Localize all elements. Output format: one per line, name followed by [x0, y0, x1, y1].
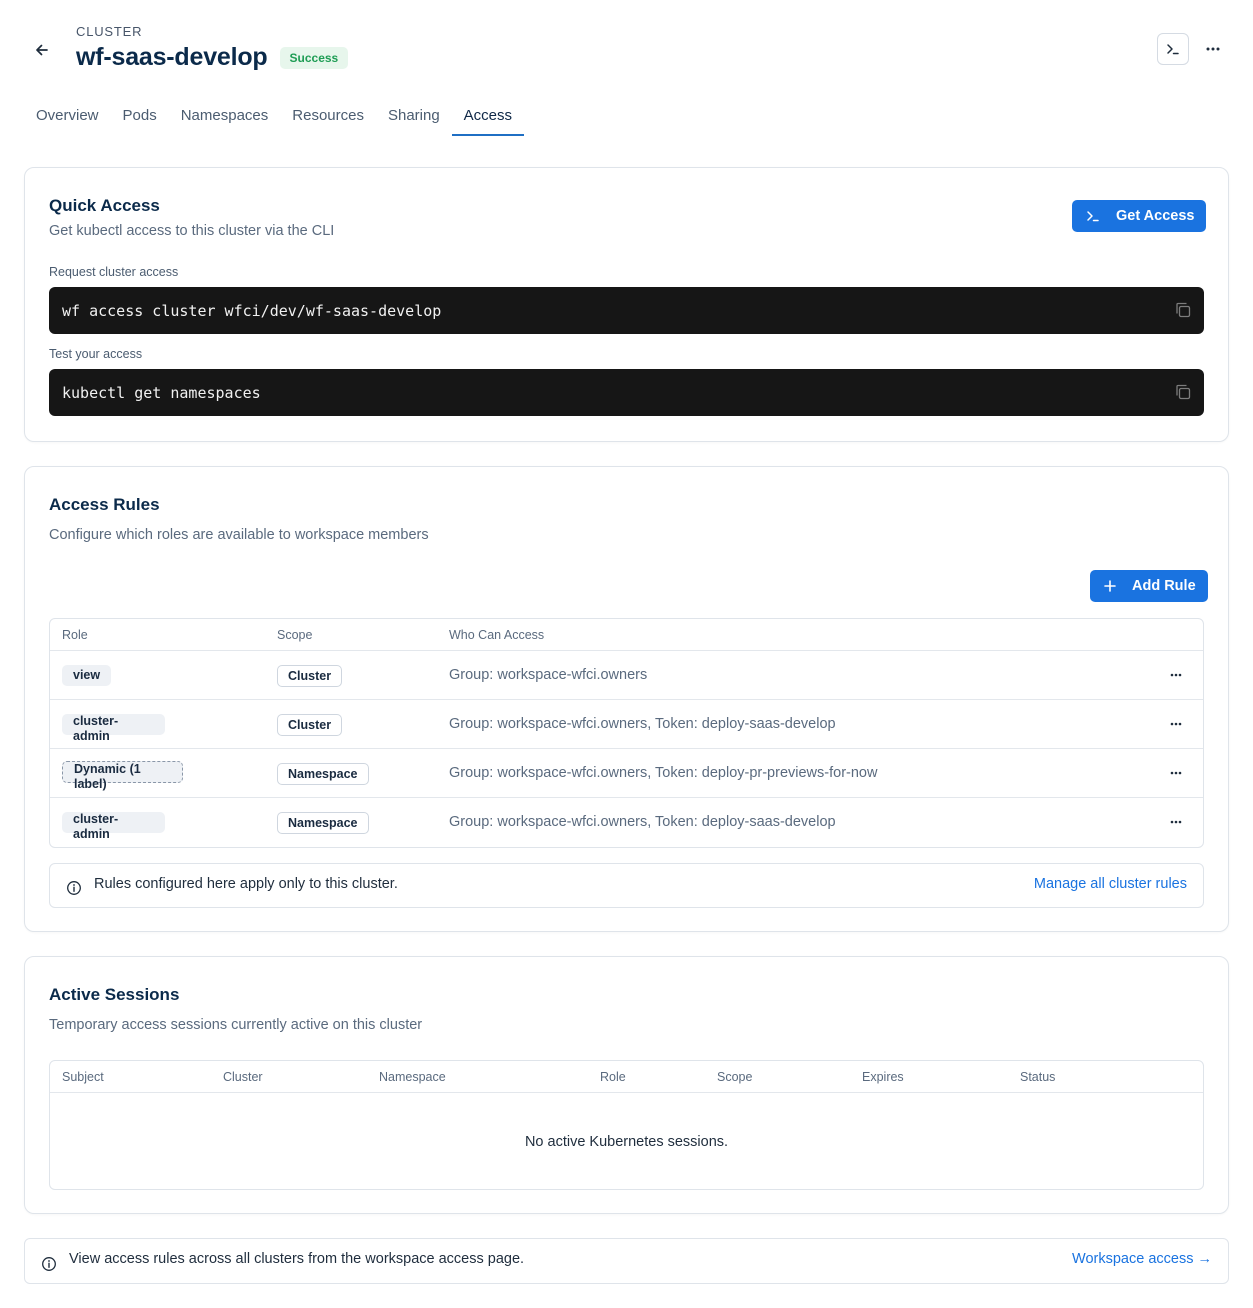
rules-info-bar: Rules configured here apply only to this…	[49, 863, 1204, 908]
terminal-button[interactable]	[1157, 33, 1189, 65]
column-header-scope: Scope	[277, 628, 313, 642]
access-rules-table: Role Scope Who Can Access view Cluster G…	[49, 618, 1204, 848]
quick-access-card: Quick Access Get kubectl access to this …	[24, 167, 1229, 442]
request-access-command[interactable]: wf access cluster wfci/dev/wf-saas-devel…	[49, 287, 1204, 334]
tab-resources[interactable]: Resources	[280, 96, 376, 136]
table-row: cluster-admin Namespace Group: workspace…	[50, 798, 1203, 847]
scope-chip: Cluster	[277, 665, 343, 687]
table-header: Subject Cluster Namespace Role Scope Exp…	[50, 1061, 1203, 1093]
tab-overview[interactable]: Overview	[24, 96, 111, 136]
add-rule-button[interactable]: Add Rule	[1090, 570, 1208, 602]
row-actions-button[interactable]	[1163, 761, 1189, 785]
arrow-right-icon: →	[1197, 1251, 1213, 1267]
ellipsis-icon	[1170, 673, 1182, 677]
get-access-label: Get Access	[1116, 208, 1195, 224]
column-header-role: Role	[62, 628, 88, 642]
quick-access-subtitle: Get kubectl access to this cluster via t…	[49, 223, 335, 239]
test-access-command-text: kubectl get namespaces	[62, 383, 261, 402]
column-header-who: Who Can Access	[449, 628, 545, 642]
back-button[interactable]	[30, 38, 54, 62]
role-chip-dynamic: Dynamic (1 label)	[62, 761, 183, 791]
access-rules-title: Access Rules	[49, 495, 160, 514]
scope-chip: Namespace	[277, 763, 369, 785]
info-icon	[67, 881, 81, 895]
tab-bar: Overview Pods Namespaces Resources Shari…	[24, 96, 525, 136]
test-access-command[interactable]: kubectl get namespaces	[49, 369, 1204, 416]
request-access-command-text: wf access cluster wfci/dev/wf-saas-devel…	[62, 301, 442, 320]
add-rule-label: Add Rule	[1132, 578, 1196, 594]
who-can-access: Group: workspace-wfci.owners, Token: dep…	[449, 716, 836, 732]
scope-chip: Namespace	[277, 812, 369, 834]
manage-cluster-rules-link[interactable]: Manage all cluster rules	[1034, 876, 1187, 892]
tab-access[interactable]: Access	[451, 96, 525, 136]
terminal-icon	[1087, 211, 1099, 222]
table-header: Role Scope Who Can Access	[50, 619, 1203, 651]
workspace-info-text: View access rules across all clusters fr…	[69, 1251, 525, 1267]
column-header-role: Role	[600, 1070, 626, 1084]
tab-sharing[interactable]: Sharing	[376, 96, 452, 136]
access-rules-card: Access Rules Configure which roles are a…	[24, 466, 1229, 932]
table-row: cluster-admin Cluster Group: workspace-w…	[50, 700, 1203, 749]
page-title: wf-saas-develop	[76, 43, 268, 71]
empty-state-message: No active Kubernetes sessions.	[524, 1134, 729, 1150]
tab-pods[interactable]: Pods	[111, 96, 169, 136]
status-badge: Success	[279, 46, 349, 69]
role-chip: cluster-admin	[62, 714, 165, 743]
ellipsis-icon	[1170, 771, 1182, 775]
active-sessions-card: Active Sessions Temporary access session…	[24, 956, 1229, 1214]
column-header-scope: Scope	[717, 1070, 753, 1084]
request-access-label: Request cluster access	[49, 265, 179, 279]
access-rules-subtitle: Configure which roles are available to w…	[49, 527, 429, 543]
active-sessions-table: Subject Cluster Namespace Role Scope Exp…	[49, 1060, 1204, 1190]
more-options-button[interactable]	[1200, 36, 1226, 62]
test-access-label: Test your access	[49, 347, 143, 361]
active-sessions-subtitle: Temporary access sessions currently acti…	[49, 1017, 423, 1033]
tab-namespaces[interactable]: Namespaces	[169, 96, 281, 136]
table-row: Dynamic (1 label) Namespace Group: works…	[50, 749, 1203, 798]
role-chip: cluster-admin	[62, 812, 165, 841]
row-actions-button[interactable]	[1163, 663, 1189, 687]
column-header-status: Status	[1020, 1070, 1056, 1084]
column-header-cluster: Cluster	[223, 1070, 263, 1084]
copy-icon[interactable]	[1174, 383, 1192, 401]
quick-access-title: Quick Access	[49, 196, 160, 215]
terminal-icon	[1167, 44, 1179, 55]
copy-icon[interactable]	[1174, 301, 1192, 319]
column-header-subject: Subject	[62, 1070, 104, 1084]
rules-info-text: Rules configured here apply only to this…	[94, 876, 398, 892]
who-can-access: Group: workspace-wfci.owners, Token: dep…	[449, 765, 878, 781]
workspace-access-label: Workspace access	[1072, 1251, 1194, 1267]
info-icon	[42, 1257, 56, 1271]
page-eyebrow: CLUSTER	[76, 24, 143, 39]
row-actions-button[interactable]	[1163, 712, 1189, 736]
ellipsis-icon	[1206, 47, 1220, 51]
column-header-expires: Expires	[862, 1070, 904, 1084]
role-chip: view	[62, 665, 112, 686]
scope-chip: Cluster	[277, 714, 343, 736]
plus-icon	[1104, 580, 1116, 592]
ellipsis-icon	[1170, 820, 1182, 824]
workspace-access-link[interactable]: Workspace access →	[1072, 1251, 1212, 1267]
title-row: wf-saas-develop Success	[76, 43, 349, 72]
column-header-namespace: Namespace	[379, 1070, 446, 1084]
who-can-access: Group: workspace-wfci.owners	[449, 667, 648, 683]
get-access-button[interactable]: Get Access	[1072, 200, 1207, 232]
row-actions-button[interactable]	[1163, 810, 1189, 834]
workspace-info-bar: View access rules across all clusters fr…	[24, 1238, 1229, 1284]
who-can-access: Group: workspace-wfci.owners, Token: dep…	[449, 814, 836, 830]
ellipsis-icon	[1170, 722, 1182, 726]
table-row: view Cluster Group: workspace-wfci.owner…	[50, 651, 1203, 700]
active-sessions-title: Active Sessions	[49, 985, 180, 1004]
arrow-left-icon	[36, 44, 48, 56]
